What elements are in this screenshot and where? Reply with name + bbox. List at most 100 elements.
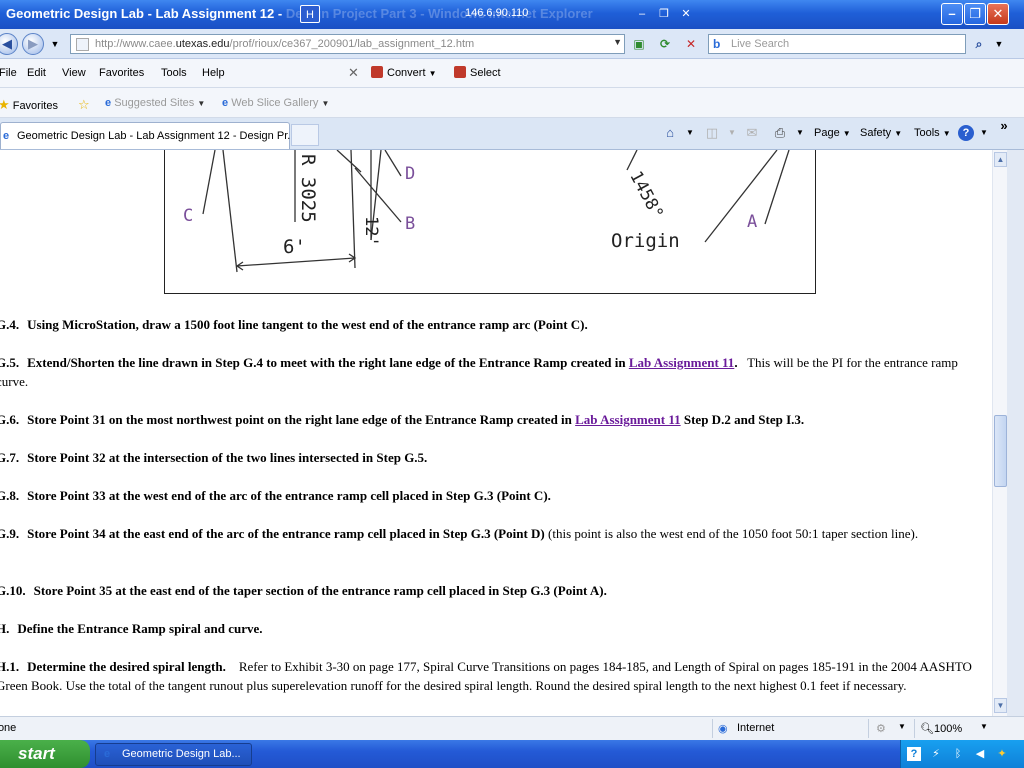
web-slice-gallery-link[interactable]: e Web Slice Gallery ▼: [222, 97, 329, 109]
back-icon[interactable]: ◀: [0, 33, 18, 55]
ramp-diagram-lines: [202, 150, 790, 273]
step-g6: G.6. Store Point 31 on the most northwest…: [0, 412, 805, 427]
address-bar[interactable]: http://www.caee.utexas.edu/prof/rioux/ce…: [70, 34, 625, 54]
step-g5: G.5. Extend/Shorten the line drawn in Ste…: [0, 355, 958, 389]
offset-label: 6': [283, 236, 306, 258]
more-commands-icon[interactable]: »: [996, 118, 1012, 134]
window-right-edge: [1007, 150, 1024, 716]
new-tab-button[interactable]: [291, 124, 319, 146]
vertical-scrollbar[interactable]: ▲ ▼: [992, 150, 1007, 716]
remote-close-icon[interactable]: ✕: [676, 5, 696, 23]
menu-tools[interactable]: Tools: [161, 67, 187, 79]
point-a-label: A: [747, 212, 758, 232]
step-g7: G.7. Store Point 32 at the intersection o…: [0, 450, 428, 465]
tray-help-icon[interactable]: ?: [907, 747, 921, 761]
tools-menu[interactable]: Tools ▼: [914, 127, 951, 139]
help-dropdown-icon[interactable]: ▼: [976, 125, 992, 141]
point-d-label: D: [405, 164, 416, 184]
point-b-label: B: [405, 214, 416, 234]
lab-assignment-11-link[interactable]: Lab Assignment 11: [629, 355, 734, 370]
lane-width-label: 12': [361, 216, 381, 247]
feeds-icon[interactable]: ◫: [704, 125, 720, 141]
point-c-label: C: [183, 206, 194, 226]
recent-pages-dropdown-icon[interactable]: ▼: [46, 36, 64, 53]
menu-favorites[interactable]: Favorites: [99, 67, 144, 79]
menu-edit[interactable]: Edit: [27, 67, 46, 79]
convert-button[interactable]: Convert ▼: [371, 66, 437, 79]
step-h1: H.1. Determine the desired spiral length.…: [0, 659, 972, 693]
maximize-button[interactable]: ❐: [964, 3, 986, 25]
print-icon[interactable]: ⎙: [772, 125, 788, 141]
step-g8: G.8. Store Point 33 at the west end of th…: [0, 488, 551, 503]
address-dropdown-icon[interactable]: ▼: [613, 37, 622, 47]
menu-file[interactable]: File: [0, 67, 17, 79]
origin-label: Origin: [611, 230, 680, 252]
minimize-button[interactable]: –: [941, 3, 963, 25]
pdf-select-icon: [454, 66, 466, 78]
favorites-bar: ★ Favorites ☆ e Suggested Sites ▼ e Web …: [0, 88, 1024, 118]
zoom-dropdown-icon[interactable]: ▼: [980, 722, 988, 731]
menu-view[interactable]: View: [62, 67, 86, 79]
help-icon[interactable]: ?: [958, 125, 974, 141]
status-bar: Done ◉ Internet ⚙ ▼ 🔍︎100% ▼: [0, 716, 1024, 740]
compatibility-view-icon[interactable]: ▣: [630, 36, 648, 53]
close-button[interactable]: ✕: [987, 3, 1009, 25]
menu-help[interactable]: Help: [202, 67, 225, 79]
page-menu[interactable]: Page ▼: [814, 127, 851, 139]
remote-pin-icon[interactable]: H: [300, 5, 320, 23]
address-toolbar: ◀ ▶ ▼ http://www.caee.utexas.edu/prof/ri…: [0, 29, 1024, 59]
add-favorites-icon[interactable]: ☆: [78, 97, 90, 113]
feeds-dropdown-icon[interactable]: ▼: [724, 125, 740, 141]
print-dropdown-icon[interactable]: ▼: [792, 125, 808, 141]
scroll-down-icon[interactable]: ▼: [994, 698, 1007, 713]
remote-restore-icon[interactable]: ❐: [654, 5, 674, 23]
ie-logo-icon: e: [105, 97, 112, 109]
scrollbar-thumb[interactable]: [994, 415, 1007, 487]
tray-bluetooth-icon[interactable]: ᛒ: [951, 747, 965, 761]
star-icon: ★: [0, 97, 10, 112]
zoom-level[interactable]: 🔍︎100%: [920, 722, 962, 735]
taskbar: start e Geometric Design Lab... ? ⚡ ᛒ ◀ …: [0, 740, 1024, 768]
scroll-up-icon[interactable]: ▲: [994, 152, 1007, 167]
system-tray: ? ⚡ ᛒ ◀ ✦: [900, 740, 1024, 768]
safety-menu[interactable]: Safety ▼: [860, 127, 902, 139]
start-button[interactable]: start: [0, 740, 90, 768]
taskbar-item-ie[interactable]: e Geometric Design Lab...: [95, 743, 252, 766]
status-text: Done: [0, 722, 17, 734]
close-toolbar-icon[interactable]: ✕: [348, 65, 359, 81]
ramp-diagram: R 3025 12' 6' 1458° Origin A B C D: [164, 150, 816, 294]
window-title-bar: Geometric Design Lab - Lab Assignment 12…: [0, 0, 1024, 29]
tab-bar: e Geometric Design Lab - Lab Assignment …: [0, 118, 1024, 150]
home-icon[interactable]: ⌂: [662, 125, 678, 141]
internet-globe-icon: ◉: [718, 723, 728, 735]
favorites-button[interactable]: ★ Favorites: [0, 97, 58, 113]
security-zone: Internet: [737, 722, 775, 734]
step-g10: G.10. Store Point 35 at the east end of t…: [0, 583, 607, 598]
mail-icon[interactable]: ✉: [744, 125, 760, 141]
tab-favicon-icon: e: [3, 130, 10, 142]
search-options-dropdown-icon[interactable]: ▼: [990, 36, 1008, 53]
search-icon[interactable]: ⌕: [970, 36, 988, 53]
tray-network-icon[interactable]: ⚡: [929, 747, 943, 761]
home-dropdown-icon[interactable]: ▼: [682, 125, 698, 141]
step-g9: G.9. Store Point 34 at the east end of th…: [0, 526, 919, 541]
page-content: R 3025 12' 6' 1458° Origin A B C D G.4. U…: [0, 150, 992, 716]
search-input[interactable]: b Live Search: [708, 34, 966, 54]
remote-minimize-icon[interactable]: –: [632, 5, 652, 23]
protected-mode-dropdown-icon[interactable]: ▼: [898, 722, 906, 731]
section-h-heading: H. Define the Entrance Ramp spiral and cu…: [0, 621, 263, 636]
tray-security-icon[interactable]: ✦: [995, 747, 1009, 761]
live-search-logo-icon: b: [713, 37, 721, 51]
forward-icon[interactable]: ▶: [22, 33, 44, 55]
tab-title: Geometric Design Lab - Lab Assignment 12…: [17, 130, 297, 142]
lab-assignment-11-link[interactable]: Lab Assignment 11: [575, 412, 680, 427]
tray-volume-icon[interactable]: ◀: [973, 747, 987, 761]
refresh-icon[interactable]: ⟳: [656, 36, 674, 53]
stop-icon[interactable]: ✕: [682, 36, 700, 53]
tab-active[interactable]: e Geometric Design Lab - Lab Assignment …: [0, 122, 296, 149]
page-favicon-icon: [76, 38, 89, 51]
suggested-sites-link[interactable]: e Suggested Sites ▼: [105, 97, 205, 109]
address-url[interactable]: http://www.caee.utexas.edu/prof/rioux/ce…: [95, 38, 474, 50]
protected-mode-icon[interactable]: ⚙: [876, 722, 886, 735]
select-button[interactable]: Select: [454, 66, 501, 79]
